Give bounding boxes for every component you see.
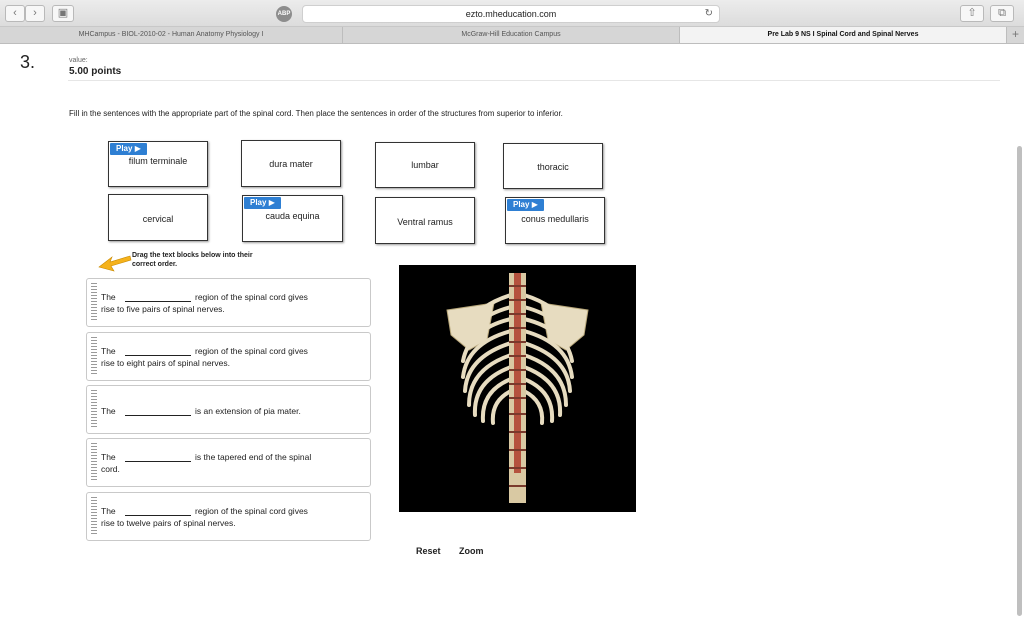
answer-blank[interactable] xyxy=(125,506,191,516)
tab-bar: MHCampus - BIOL-2010-02 - Human Anatomy … xyxy=(0,27,1024,44)
tabs-overview-icon[interactable]: ⧉ xyxy=(990,5,1014,22)
reload-icon[interactable]: ↻ xyxy=(705,6,713,22)
word-lumbar[interactable]: lumbar xyxy=(375,142,475,188)
arrow-icon xyxy=(98,255,132,272)
sentence-block[interactable]: The region of the spinal cord gives rise… xyxy=(86,492,371,541)
word-filum-terminale[interactable]: Play ▶ filum terminale xyxy=(108,141,208,187)
zoom-button[interactable]: Zoom xyxy=(459,546,484,556)
drag-handle-icon[interactable] xyxy=(91,390,97,429)
answer-blank[interactable] xyxy=(125,452,191,462)
drag-handle-icon[interactable] xyxy=(91,283,97,322)
sentence-block[interactable]: The region of the spinal cord gives rise… xyxy=(86,332,371,381)
word-label: conus medullaris xyxy=(521,214,589,224)
new-tab-button[interactable]: + xyxy=(1007,27,1024,43)
play-button[interactable]: Play ▶ xyxy=(244,197,281,209)
instructions: Fill in the sentences with the appropria… xyxy=(69,109,563,118)
url-text: ezto.mheducation.com xyxy=(465,9,557,19)
tab-mcgraw-hill[interactable]: McGraw-Hill Education Campus xyxy=(343,27,680,43)
address-bar[interactable]: ezto.mheducation.com ↻ xyxy=(302,5,720,23)
play-button[interactable]: Play ▶ xyxy=(110,143,147,155)
share-icon[interactable]: ⇧ xyxy=(960,5,984,22)
sentence-block[interactable]: The region of the spinal cord gives rise… xyxy=(86,278,371,327)
word-cauda-equina[interactable]: Play ▶ cauda equina xyxy=(242,195,343,242)
question-points: 5.00 points xyxy=(69,66,122,77)
drag-handle-icon[interactable] xyxy=(91,337,97,376)
tab-mhcampus[interactable]: MHCampus - BIOL-2010-02 - Human Anatomy … xyxy=(0,27,343,43)
sentence-block[interactable]: The is an extension of pia mater. xyxy=(86,385,371,434)
word-label: filum terminale xyxy=(128,156,188,166)
word-dura-mater[interactable]: dura mater xyxy=(241,140,341,187)
word-label: dura mater xyxy=(269,159,313,169)
word-label: Ventral ramus xyxy=(397,217,453,227)
drag-handle-icon[interactable] xyxy=(91,497,97,536)
question-number: 3. xyxy=(20,52,36,72)
adblock-icon[interactable]: ABP xyxy=(276,6,292,22)
back-button[interactable]: ‹ xyxy=(5,5,25,22)
divider xyxy=(68,80,1000,81)
scrollbar[interactable] xyxy=(1017,146,1022,616)
word-ventral-ramus[interactable]: Ventral ramus xyxy=(375,197,475,244)
sentence-block[interactable]: The is the tapered end of the spinal cor… xyxy=(86,438,371,487)
forward-button[interactable]: › xyxy=(25,5,45,22)
word-conus-medullaris[interactable]: Play ▶ conus medullaris xyxy=(505,197,605,244)
word-label: thoracic xyxy=(537,162,569,172)
word-label: lumbar xyxy=(411,160,439,170)
browser-toolbar: ‹ › ▣ ABP ezto.mheducation.com ↻ ⇧ ⧉ xyxy=(0,0,1024,27)
answer-blank[interactable] xyxy=(125,406,191,416)
play-button[interactable]: Play ▶ xyxy=(507,199,544,211)
reset-button[interactable]: Reset xyxy=(416,546,441,556)
drag-hint: Drag the text blocks below into their co… xyxy=(132,252,253,268)
word-label: cervical xyxy=(142,214,174,224)
sidebar-icon[interactable]: ▣ xyxy=(52,5,74,22)
answer-blank[interactable] xyxy=(125,346,191,356)
tab-pre-lab[interactable]: Pre Lab 9 NS I Spinal Cord and Spinal Ne… xyxy=(680,27,1007,43)
word-label: cauda equina xyxy=(265,211,320,221)
answer-blank[interactable] xyxy=(125,292,191,302)
spine-image xyxy=(399,265,636,512)
word-cervical[interactable]: cervical xyxy=(108,194,208,241)
value-label: value: xyxy=(69,57,88,64)
drag-handle-icon[interactable] xyxy=(91,443,97,482)
word-thoracic[interactable]: thoracic xyxy=(503,143,603,189)
